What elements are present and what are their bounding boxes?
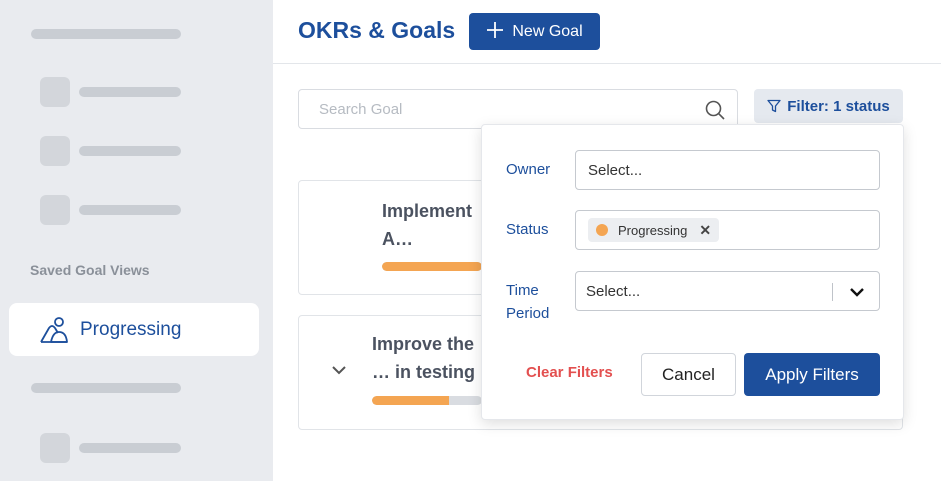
people-icon bbox=[39, 315, 69, 345]
skeleton-bar bbox=[31, 29, 181, 39]
search-box bbox=[298, 89, 738, 129]
goal-progress-bar bbox=[382, 262, 482, 271]
skeleton-icon bbox=[40, 433, 70, 463]
status-select[interactable]: Progressing ✕ bbox=[575, 210, 880, 250]
skeleton-icon bbox=[40, 77, 70, 107]
time-period-select[interactable]: Select... bbox=[575, 271, 880, 311]
chevron-down-icon[interactable] bbox=[331, 362, 347, 380]
skeleton-bar bbox=[79, 443, 181, 453]
owner-select-value: Select... bbox=[588, 161, 643, 179]
time-period-label-line: Time bbox=[506, 282, 539, 299]
skeleton-icon bbox=[40, 195, 70, 225]
status-chip-label: Progressing bbox=[618, 222, 688, 238]
new-goal-button[interactable]: New Goal bbox=[469, 13, 600, 50]
skeleton-bar bbox=[79, 205, 181, 215]
skeleton-bar bbox=[31, 383, 181, 393]
status-dot bbox=[596, 224, 608, 236]
time-period-select-value: Select... bbox=[586, 282, 641, 300]
goal-progress-fill bbox=[372, 396, 449, 405]
goal-progress-bar bbox=[372, 396, 482, 405]
skeleton-bar bbox=[79, 146, 181, 156]
search-input[interactable] bbox=[299, 90, 679, 128]
close-icon[interactable]: ✕ bbox=[699, 222, 711, 239]
saved-views-heading: Saved Goal Views bbox=[30, 262, 150, 278]
search-icon[interactable] bbox=[705, 100, 725, 125]
new-goal-label: New Goal bbox=[512, 22, 583, 40]
filter-popover: Owner Select... Status Progressing ✕ Tim… bbox=[481, 124, 904, 420]
chevron-down-icon[interactable] bbox=[849, 285, 865, 302]
sidebar: Saved Goal Views Progressing bbox=[0, 0, 273, 481]
status-label: Status bbox=[506, 221, 549, 238]
select-separator bbox=[832, 283, 833, 301]
owner-label: Owner bbox=[506, 161, 551, 178]
filter-button-label: Filter: 1 status bbox=[787, 97, 890, 115]
skeleton-bar bbox=[79, 87, 181, 97]
time-period-label-line: Period bbox=[506, 305, 550, 322]
page-header: OKRs & Goals New Goal bbox=[273, 0, 941, 64]
saved-view-progressing[interactable]: Progressing bbox=[9, 303, 259, 356]
skeleton-icon bbox=[40, 136, 70, 166]
status-chip: Progressing ✕ bbox=[588, 218, 720, 242]
owner-select[interactable]: Select... bbox=[575, 150, 880, 190]
filter-button[interactable]: Filter: 1 status bbox=[754, 89, 903, 123]
time-period-label: Time Period bbox=[506, 279, 549, 325]
goal-progress-fill bbox=[382, 262, 482, 271]
goal-title: Improve the … in testing bbox=[372, 334, 475, 382]
page-title: OKRs & Goals bbox=[298, 17, 456, 43]
saved-view-label: Progressing bbox=[80, 318, 182, 340]
cancel-button[interactable]: Cancel bbox=[641, 353, 736, 396]
plus-icon bbox=[486, 20, 504, 44]
funnel-icon bbox=[767, 99, 781, 113]
apply-filters-button[interactable]: Apply Filters bbox=[744, 353, 880, 396]
clear-filters-button[interactable]: Clear Filters bbox=[526, 364, 613, 381]
